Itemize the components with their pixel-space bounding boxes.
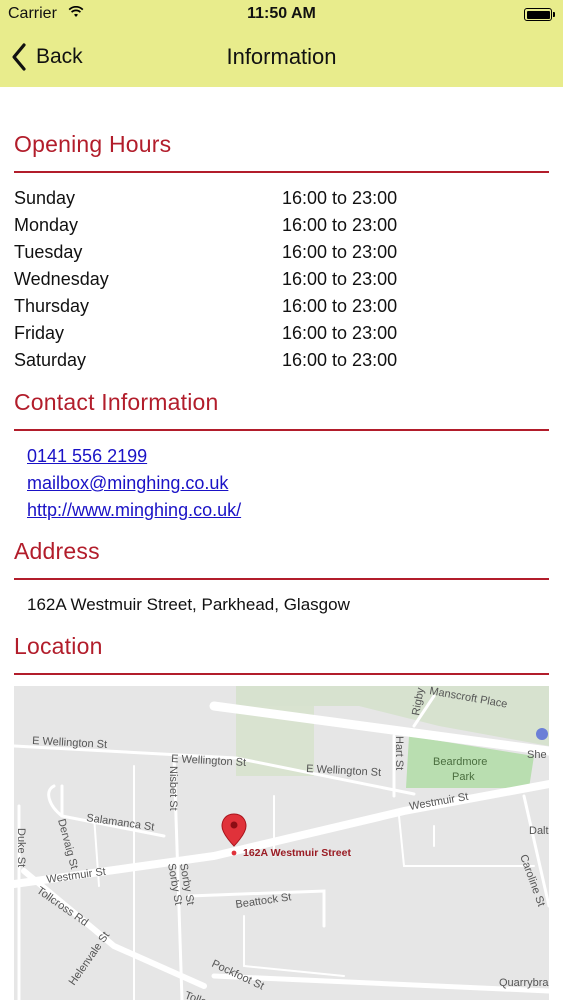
- status-bar: Carrier 11:50 AM: [0, 0, 563, 30]
- map-street-label: Quarrybrae: [499, 977, 549, 989]
- hours-value: 16:00 to 23:00: [282, 269, 398, 289]
- battery-icon: [524, 8, 555, 21]
- hours-row: Monday 16:00 to 23:00: [14, 215, 414, 241]
- page-title: Information: [226, 44, 337, 69]
- map-street-label: Dervaig St: [55, 818, 80, 871]
- hours-value: 16:00 to 23:00: [282, 188, 398, 208]
- map-street-label: Westmuir St: [46, 866, 107, 886]
- navigation-bar: Back Information: [0, 30, 563, 87]
- hours-value: 16:00 to 23:00: [282, 350, 398, 370]
- hours-value: 16:00 to 23:00: [282, 296, 398, 316]
- address-text: 162A Westmuir Street, Parkhead, Glasgow: [27, 595, 350, 614]
- day-label: Thursday: [14, 296, 90, 316]
- email-link[interactable]: mailbox@minghing.co.uk: [27, 473, 228, 494]
- address-title: Address: [14, 538, 100, 564]
- park-label: Beardmore: [433, 756, 487, 768]
- opening-hours-title: Opening Hours: [14, 131, 172, 157]
- hours-row: Tuesday 16:00 to 23:00: [14, 242, 414, 268]
- divider: [14, 578, 549, 580]
- day-label: Wednesday: [14, 269, 109, 289]
- map-street-label: Dalt: [529, 825, 549, 837]
- contact-info-title: Contact Information: [14, 389, 219, 415]
- map-street-label: Hart St: [393, 736, 405, 770]
- day-label: Monday: [14, 215, 79, 235]
- hours-row: Saturday 16:00 to 23:00: [14, 350, 414, 376]
- hours-value: 16:00 to 23:00: [282, 242, 398, 262]
- park-label: Park: [452, 771, 475, 783]
- location-title: Location: [14, 633, 103, 659]
- map-street-label: Tollcross Rd: [34, 885, 90, 929]
- map-street-label: She: [527, 749, 547, 761]
- hours-row: Sunday 16:00 to 23:00: [14, 188, 414, 214]
- map-street-label: Duke St: [15, 828, 27, 867]
- day-label: Saturday: [14, 350, 87, 370]
- hours-value: 16:00 to 23:00: [282, 323, 398, 343]
- map-street-label: Nisbet St: [167, 766, 179, 811]
- divider: [14, 673, 549, 675]
- website-link[interactable]: http://www.minghing.co.uk/: [27, 500, 241, 521]
- day-label: Sunday: [14, 188, 76, 208]
- location-map[interactable]: E Wellington St E Wellington St E Wellin…: [14, 686, 549, 1000]
- hours-row: Wednesday 16:00 to 23:00: [14, 269, 414, 295]
- map-street-label: E Wellington St: [171, 753, 247, 769]
- divider: [14, 171, 549, 173]
- poi-icon: [536, 728, 548, 740]
- hours-row: Friday 16:00 to 23:00: [14, 323, 414, 349]
- divider: [14, 429, 549, 431]
- map-street-label: Westmuir St: [408, 791, 469, 813]
- map-street-label: Helenvale St: [67, 930, 113, 988]
- hours-value: 16:00 to 23:00: [282, 215, 398, 235]
- hours-row: Thursday 16:00 to 23:00: [14, 296, 414, 322]
- day-label: Friday: [14, 323, 65, 343]
- marker-label: 162A Westmuir Street: [243, 847, 351, 859]
- status-time: 11:50 AM: [247, 5, 316, 22]
- phone-link[interactable]: 0141 556 2199: [27, 446, 147, 467]
- map-street-label: E Wellington St: [306, 763, 382, 779]
- day-label: Tuesday: [14, 242, 83, 262]
- map-street-label: Tollcros: [183, 990, 223, 1000]
